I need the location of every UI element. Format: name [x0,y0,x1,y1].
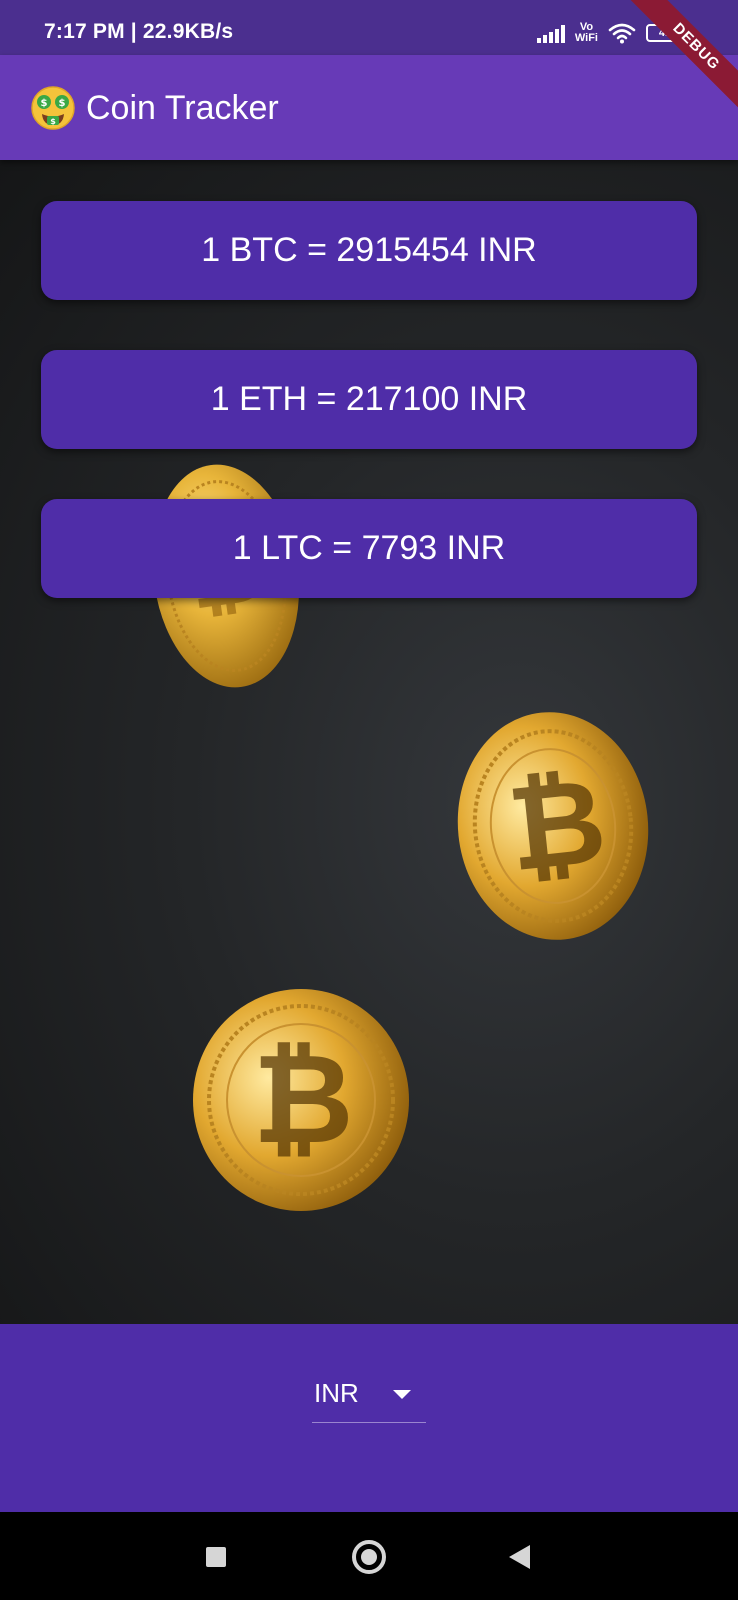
bitcoin-coin-3: ₿ [193,989,409,1211]
wifi-label: WiFi [574,32,598,44]
back-icon[interactable] [509,1545,530,1569]
currency-selector-panel: INR [0,1324,738,1512]
signal-icon [536,23,565,43]
background-image: ₿ ₿ ₿ [0,160,738,1324]
svg-text:$: $ [50,117,56,126]
app-title: Coin Tracker [86,89,279,127]
bitcoin-coin-2: ₿ [457,712,649,940]
dropdown-arrow-icon [393,1390,411,1399]
svg-text:₿: ₿ [502,751,612,898]
app-bar: $ $ $ Coin Tracker [0,55,738,160]
svg-text:₿: ₿ [252,1028,353,1172]
status-bar: 7:17 PM | 22.9KB/s Vo WiFi 41 [0,0,738,55]
vowifi-indicator: Vo WiFi [575,22,598,44]
rate-card-btc[interactable]: 1 BTC = 2915454 INR [41,201,697,300]
recent-apps-icon[interactable] [206,1547,226,1567]
svg-text:$: $ [41,98,48,109]
rate-card-ltc[interactable]: 1 LTC = 7793 INR [41,499,697,598]
home-icon[interactable] [352,1540,386,1574]
currency-dropdown[interactable]: INR [312,1368,426,1423]
currency-dropdown-value: INR [314,1378,359,1408]
bitcoin-coins-illustration: ₿ ₿ ₿ [153,464,649,1211]
rate-card-eth[interactable]: 1 ETH = 217100 INR [41,350,697,449]
money-mouth-face-icon: $ $ $ [31,86,75,130]
system-navigation-bar [0,1512,738,1600]
wifi-icon [608,23,636,44]
svg-text:$: $ [59,98,66,109]
status-time: 7:17 PM | 22.9KB/s [44,20,234,43]
